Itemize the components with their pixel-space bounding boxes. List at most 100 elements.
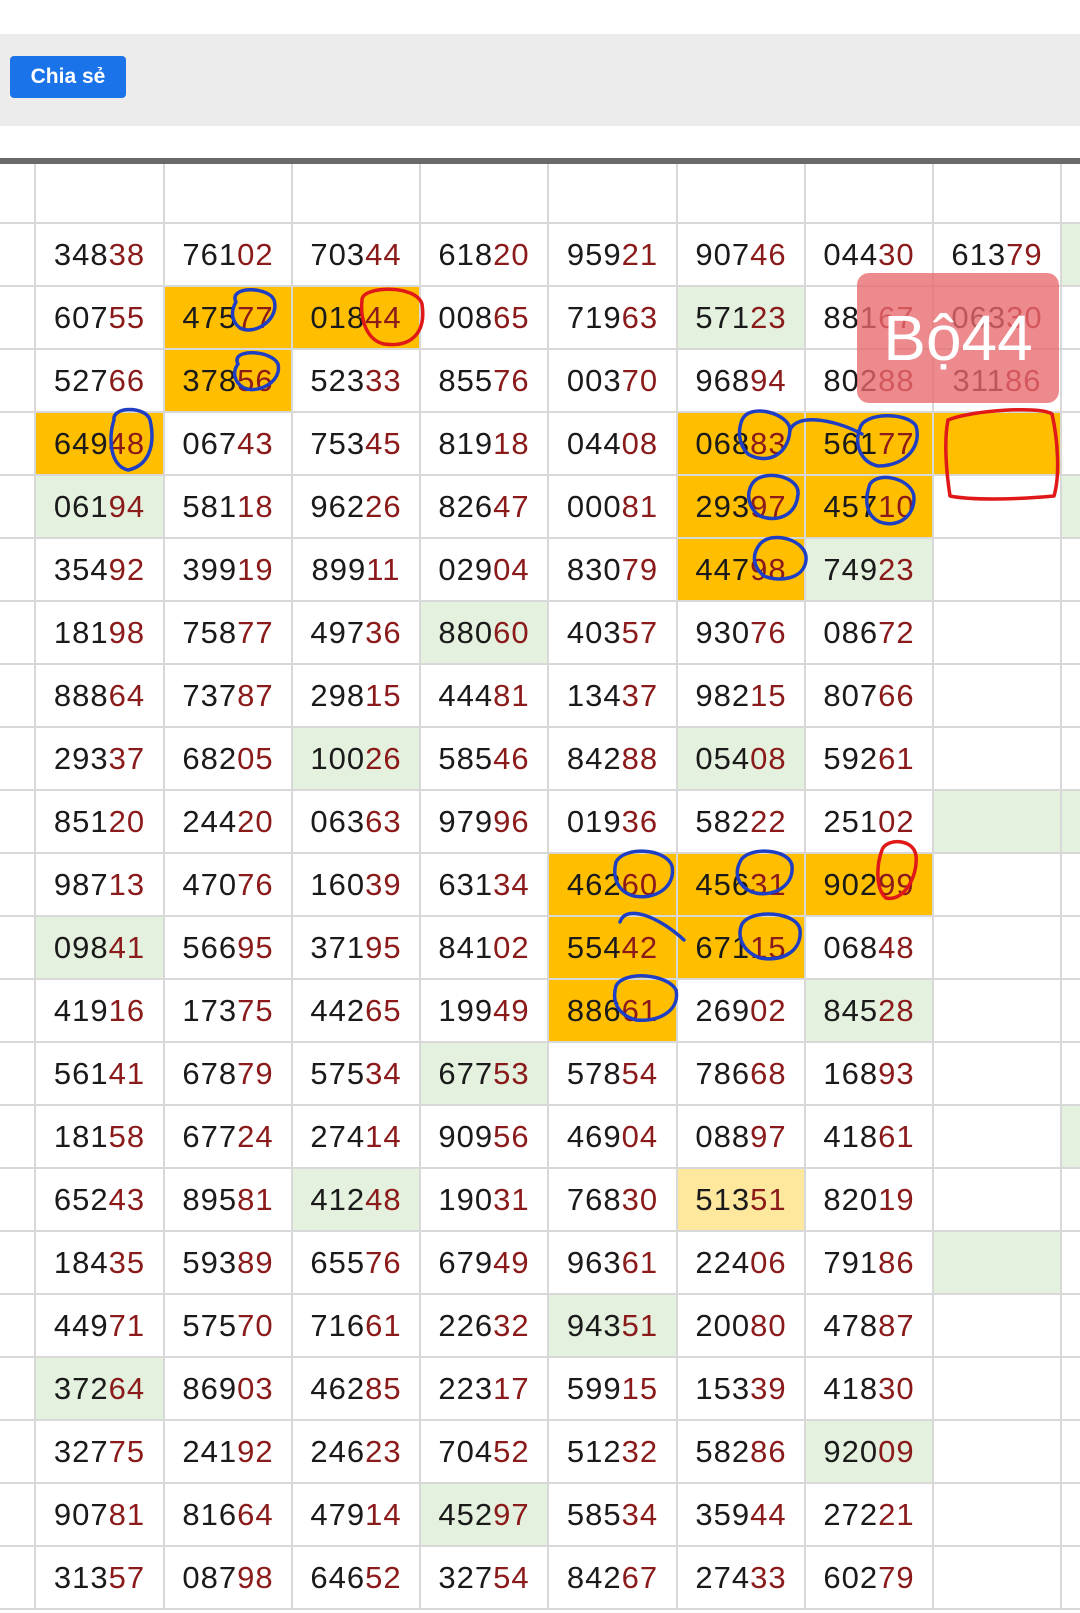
result-cell: [1062, 665, 1080, 728]
number-head: 068: [695, 425, 751, 461]
number-head: 819: [438, 425, 494, 461]
result-cell: 399 19: [165, 539, 293, 602]
number-head: 008: [438, 299, 494, 335]
number-tail-digits: 32: [621, 1433, 659, 1469]
number-head: 845: [823, 992, 879, 1028]
number-tail-digits: 75: [237, 992, 274, 1028]
row-label: [0, 413, 36, 476]
number-tail-digits: 30: [621, 1181, 659, 1217]
number-head: 063: [310, 803, 366, 839]
number-tail-digits: 41: [108, 1055, 146, 1091]
result-cell: 679 49: [421, 1232, 549, 1295]
result-cell: [1062, 980, 1080, 1043]
result-cell: 029 04: [421, 539, 549, 602]
number-head: 348: [53, 236, 109, 272]
result-cell: 982 15: [678, 665, 806, 728]
result-cell: 930 76: [678, 602, 806, 665]
result-cell: 646 52: [293, 1547, 421, 1610]
result-cell: 842 67: [549, 1547, 678, 1610]
number-head: 599: [566, 1370, 622, 1406]
number-tail-digits: 54: [621, 1055, 659, 1091]
result-cell: 758 77: [165, 602, 293, 665]
result-cell: [1062, 1421, 1080, 1484]
result-cell: 899 11: [293, 539, 421, 602]
result-cell: 153 39: [678, 1358, 806, 1421]
result-cell: 962 26: [293, 476, 421, 539]
number-head: 456: [695, 866, 751, 902]
number-head: 842: [566, 1559, 622, 1595]
row-label: [0, 1106, 36, 1169]
result-cell: 585 46: [421, 728, 549, 791]
number-tail-digits: 23: [365, 1433, 402, 1469]
number-tail-digits: 72: [878, 614, 915, 650]
result-cell: 447 98: [678, 539, 806, 602]
number-tail-digits: 81: [621, 488, 659, 524]
number-tail-digits: 56: [237, 362, 274, 398]
number-head: 457: [823, 488, 879, 524]
number-head: 888: [53, 677, 109, 713]
result-cell: 272 21: [806, 1484, 934, 1547]
number-head: 371: [310, 929, 366, 965]
number-tail-digits: 79: [878, 1559, 915, 1595]
row-label: [0, 1358, 36, 1421]
number-head: 399: [182, 551, 238, 587]
number-tail-digits: 45: [365, 425, 402, 461]
column-header: [36, 164, 165, 224]
result-cell: 512 32: [549, 1421, 678, 1484]
number-tail-digits: 97: [750, 488, 787, 524]
result-cell: 716 61: [293, 1295, 421, 1358]
result-cell: 768 30: [549, 1169, 678, 1232]
number-tail-digits: 30: [878, 236, 915, 272]
number-tail-digits: 63: [365, 803, 402, 839]
result-cell: 845 28: [806, 980, 934, 1043]
number-head: 478: [823, 1307, 879, 1343]
number-tail-digits: 76: [750, 614, 787, 650]
result-cell: 671 15: [678, 917, 806, 980]
result-cell: 554 42: [549, 917, 678, 980]
number-head: 100: [310, 740, 366, 776]
number-head: 902: [823, 866, 879, 902]
number-head: 293: [695, 488, 751, 524]
result-cell: 359 44: [678, 1484, 806, 1547]
number-head: 607: [53, 299, 109, 335]
number-head: 791: [823, 1244, 879, 1280]
result-cell: 819 18: [421, 413, 549, 476]
result-cell: [1062, 1106, 1080, 1169]
result-cell: 791 86: [806, 1232, 934, 1295]
row-label: [0, 1547, 36, 1610]
number-tail-digits: 87: [237, 677, 274, 713]
result-cell: 830 79: [549, 539, 678, 602]
row-label: [0, 350, 36, 413]
row-label: [0, 1484, 36, 1547]
number-tail-digits: 88: [621, 740, 659, 776]
number-head: 968: [695, 362, 751, 398]
result-cell: 244 20: [165, 791, 293, 854]
number-head: 251: [823, 803, 879, 839]
number-tail-digits: 18: [493, 425, 530, 461]
result-cell: [1062, 602, 1080, 665]
number-head: 566: [182, 929, 238, 965]
number-tail-digits: 15: [621, 1370, 659, 1406]
result-cell: 008 65: [421, 287, 549, 350]
result-cell: 907 81: [36, 1484, 165, 1547]
number-head: 826: [438, 488, 494, 524]
result-cell: 223 17: [421, 1358, 549, 1421]
result-cell: 246 23: [293, 1421, 421, 1484]
number-tail-digits: 61: [621, 992, 659, 1028]
number-head: 677: [438, 1055, 494, 1091]
number-head: 869: [182, 1370, 238, 1406]
number-tail-digits: 64: [108, 677, 146, 713]
number-tail-digits: 81: [108, 1496, 146, 1532]
number-head: 378: [182, 362, 238, 398]
share-button[interactable]: Chia sẻ: [10, 56, 126, 98]
row-label: [0, 1169, 36, 1232]
number-tail-digits: 60: [621, 866, 659, 902]
number-head: 246: [310, 1433, 366, 1469]
result-cell: 959 21: [549, 224, 678, 287]
number-tail-digits: 79: [237, 1055, 274, 1091]
result-cell: 979 96: [421, 791, 549, 854]
number-head: 851: [53, 803, 109, 839]
number-tail-digits: 61: [621, 1244, 659, 1280]
result-cell: 855 76: [421, 350, 549, 413]
column-header: [934, 164, 1062, 224]
